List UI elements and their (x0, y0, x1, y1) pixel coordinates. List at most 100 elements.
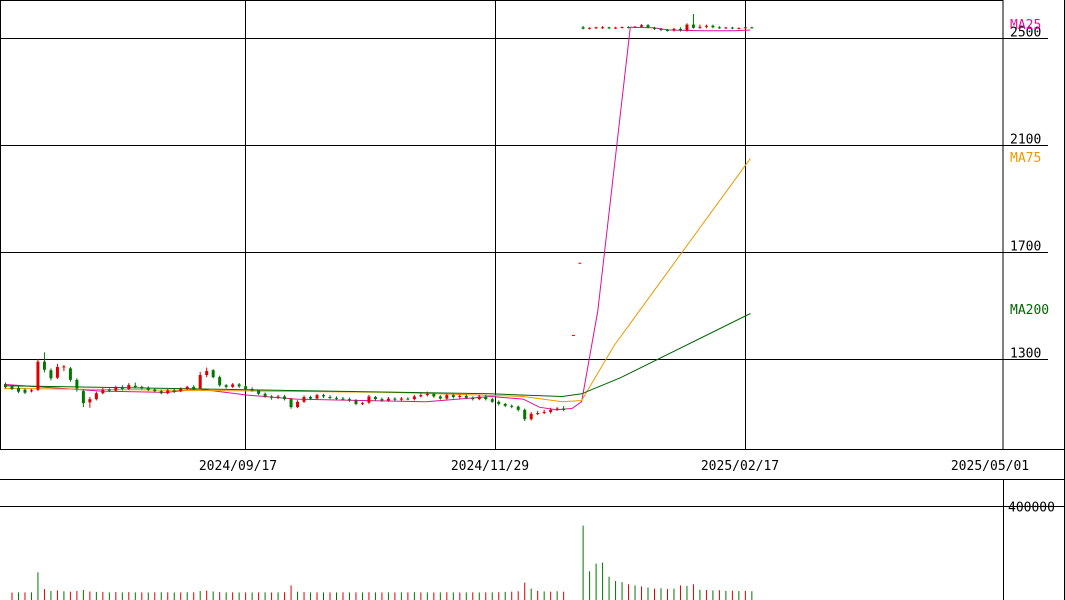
candle-body (68, 368, 72, 380)
candle-body (724, 27, 728, 29)
candle-body (562, 408, 566, 410)
date-tick-label: 2025/05/01 (951, 459, 1029, 474)
date-tick-label: 2024/11/29 (451, 459, 529, 474)
candle-body (743, 27, 747, 29)
candle-body (309, 396, 313, 399)
candle-body (114, 387, 118, 391)
ma-line-ma200 (3, 313, 751, 398)
candle-body (36, 361, 40, 390)
moving-average-labels: MA25 MA75 MA200 (1010, 18, 1049, 318)
candle-body (354, 400, 358, 404)
candle-body (185, 386, 189, 389)
candle-body (419, 395, 423, 397)
candle-body (231, 384, 235, 387)
candle-body (276, 396, 280, 398)
candle-body (691, 24, 695, 28)
candle-body (101, 389, 105, 394)
ma-line-ma75 (3, 158, 751, 403)
candle-body (601, 27, 605, 29)
candle-body (484, 396, 488, 400)
candle-body (107, 389, 111, 391)
candle-body (328, 396, 332, 398)
candle-body (23, 389, 27, 393)
candle-body (536, 413, 540, 415)
candle-body (140, 386, 144, 388)
candle-body (523, 409, 527, 420)
candle-body (497, 401, 501, 404)
candle-body (81, 391, 85, 404)
candle-body (633, 26, 637, 28)
volume-tick-label: 400000 (1008, 501, 1055, 516)
candle-body (678, 28, 682, 31)
candle-body (542, 411, 546, 414)
candle-body (425, 393, 429, 396)
candle-body (153, 389, 157, 392)
candle-body (685, 24, 689, 31)
candle-body (503, 403, 507, 406)
candle-body (464, 395, 468, 398)
candle-body (711, 25, 715, 28)
ma-line-ma25 (3, 26, 751, 411)
price-grid (0, 0, 1065, 600)
candle-body (614, 27, 618, 29)
candle-body (360, 403, 364, 405)
candle-body (432, 393, 436, 397)
candle-body (471, 397, 475, 400)
candle-body (578, 262, 582, 264)
date-tick-label: 2025/02/17 (701, 459, 779, 474)
candle-body (257, 390, 261, 394)
candle-body (218, 377, 222, 386)
candle-body (16, 387, 20, 392)
candle-body (237, 384, 241, 387)
candle-body (192, 386, 196, 389)
candle-body (94, 393, 98, 400)
candle-body (373, 396, 377, 400)
candle-body (289, 399, 293, 408)
date-axis: 2024/09/17 2024/11/29 2025/02/17 2025/05/01 (199, 459, 1029, 474)
candle-body (88, 399, 92, 403)
candle-body (399, 398, 403, 400)
date-tick-label: 2024/09/17 (199, 459, 277, 474)
candle-body (198, 375, 202, 389)
candle-body (555, 408, 559, 410)
candle-body (588, 27, 592, 29)
candle-body (270, 396, 274, 398)
candle-body (594, 27, 598, 29)
candle-body (263, 393, 267, 397)
candle-body (211, 370, 215, 378)
candle-body (698, 26, 702, 28)
candle-body (393, 398, 397, 400)
candle-body (244, 386, 248, 389)
candle-body (730, 27, 734, 29)
candle-body (334, 397, 338, 399)
candle-body (29, 390, 33, 392)
candle-body (322, 395, 326, 397)
candle-body (367, 396, 371, 403)
candle-body (386, 398, 390, 401)
candle-body (224, 385, 228, 387)
candle-body (283, 396, 287, 400)
candle-body (620, 27, 624, 29)
candle-body (665, 29, 669, 31)
candle-body (490, 399, 494, 402)
stock-chart: 2500210017001300 2024/09/17 2024/11/29 202… (0, 0, 1065, 600)
candle-body (445, 395, 449, 399)
candle-body (172, 390, 176, 392)
candle-body (477, 396, 481, 400)
candle-body (159, 391, 163, 394)
price-panel-frame (0, 0, 1004, 450)
candle-body (640, 25, 644, 27)
candle-body (659, 28, 663, 30)
candle-body (406, 398, 410, 400)
candle-body (250, 388, 254, 391)
price-tick-label: 2100 (1010, 133, 1041, 148)
candle-body (42, 361, 46, 370)
candle-body (146, 387, 150, 390)
candle-body (653, 27, 656, 29)
candle-body (347, 399, 351, 401)
candle-body (571, 334, 575, 336)
candle-body (451, 395, 455, 397)
volume-grid (0, 479, 1065, 600)
candle-body (296, 401, 300, 408)
candle-body (315, 395, 319, 399)
